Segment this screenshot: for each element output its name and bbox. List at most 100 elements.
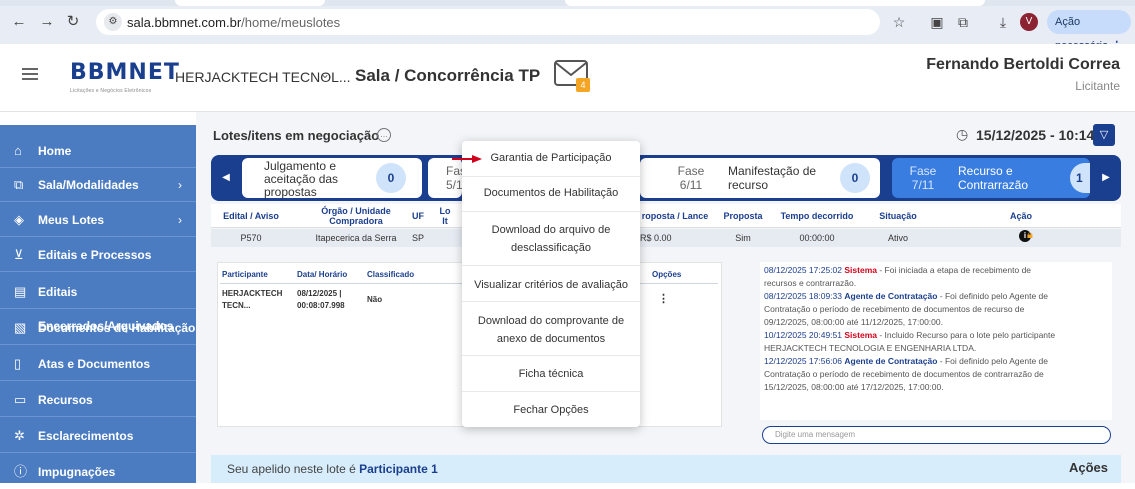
phase-card-5[interactable]: Fas 5/1 [428,158,466,198]
phase-card-julgamento[interactable]: Julgamento e aceitação das propostas 0 [242,158,422,199]
actions-button[interactable]: Ações [1069,460,1108,475]
participant-date: 08/12/2025 | [297,289,342,298]
column-header: Classificado [367,270,415,279]
message-input[interactable]: Digite uma mensagem [762,426,1111,444]
chevron-right-icon: › [178,178,182,192]
sidebar-item-label: Editais e Processos [38,248,152,262]
log-line: 10/12/2025 20:49:51 Sistema - Incluido R… [764,329,1104,342]
sidebar-item-esclarecimentos[interactable]: ✲ Esclarecimentos [0,419,196,453]
rooms-icon: ⧉ [14,177,24,192]
back-icon[interactable]: ← [10,13,28,31]
action-needed-button[interactable]: Ação necessária ⋮ [1047,10,1131,52]
phase-label: Julgamento e [264,159,337,173]
log-line: 12/12/2025 17:56:06 Agente de Contrataçã… [764,355,1104,368]
forward-icon[interactable]: → [38,13,56,31]
home-icon: ⌂ [14,143,22,158]
participant-classified: Não [367,295,383,304]
option-ficha-tecnica[interactable]: Ficha técnica [462,365,640,383]
logo-tagline: Licitações e Negócios Eletrônicos [70,88,152,94]
column-header: Tempo decorrido [780,211,854,221]
more-options-icon[interactable]: ⋮ [658,294,669,305]
column-header: Órgão / Unidade [321,206,391,216]
alert-icon: ⓘ [14,464,28,479]
filter-icon[interactable]: ▽ [1093,124,1115,146]
calendar-icon: ▭ [14,392,27,407]
log-timestamp: 10/12/2025 20:49:51 [764,330,842,340]
divider [462,176,640,177]
phase-count: 0 [376,163,406,193]
column-header: It [442,216,448,226]
bookmark-star-icon[interactable]: ☆ [890,13,908,31]
phase-prev-icon[interactable]: ◀ [211,155,241,201]
document-icon: ▧ [14,320,27,335]
user-name[interactable]: Fernando Bertoldi Correa [926,56,1120,74]
lock-icon[interactable]: 🔒︎ [1027,229,1033,242]
sidebar-item-sala-modalidades[interactable]: ⧉ Sala/Modalidades › [0,168,196,202]
profile-avatar[interactable]: V [1020,13,1038,31]
cell-proposta: Sim [735,233,751,243]
chat-icon[interactable]: … [377,128,391,142]
reload-icon[interactable]: ↻ [64,13,82,31]
column-header: Lo [439,206,451,216]
address-bar[interactable]: ⚙ sala.bbmnet.com.br/home/meuslotes [96,9,880,35]
option-visualizar-criterios[interactable]: Visualizar critérios de avaliação [462,276,640,294]
layers-icon: ◈ [14,212,24,227]
sidebar-item-recursos[interactable]: ▭ Recursos [0,383,196,417]
divider [462,301,640,302]
option-fechar-opcoes[interactable]: Fechar Opções [462,401,640,419]
option-garantia-participacao[interactable]: Garantia de Participação [462,149,640,167]
phase-number: Fase [909,164,937,178]
site-settings-icon[interactable]: ⚙ [104,13,122,31]
log-timestamp: 08/12/2025 18:09:33 [764,291,842,301]
logo[interactable]: BBMNET [70,60,180,85]
participant-date: 00:08:07.998 [297,301,345,310]
option-documentos-habilitacao[interactable]: Documentos de Habilitação [462,184,640,202]
phase-label: Recurso e [958,164,1013,178]
sidebar-item-editais-encerrados[interactable]: ▤ Editais Encerrados/Arquivados [0,275,196,333]
log-timestamp: 12/12/2025 17:56:06 [764,356,842,366]
option-label: Download do arquivo de [491,224,611,236]
tab-strip [0,0,1135,6]
divider [462,355,640,356]
sidebar-item-editais-processos[interactable]: ⊻ Editais e Processos [0,238,196,272]
sidebar-item-label: Home [38,144,72,158]
sidebar-item-label: Sala/Modalidades [38,178,139,192]
table-row[interactable]: P570 Itapecerica da Serra SP R$ 0.00 Sim… [211,229,1121,247]
cell-edital: P570 [240,233,262,243]
sidebar-item-label: Esclarecimentos [38,429,134,443]
option-label: anexo de documentos [496,333,606,345]
phase-card-manifestacao[interactable]: Fase 6/11 Manifestação de recurso 0 [640,158,880,198]
cart-icon: ⊻ [14,247,24,262]
lot-table-header: Edital / Aviso Órgão / Unidade Comprador… [211,204,1121,228]
chevron-down-icon[interactable]: ⌄ [320,67,330,81]
log-line: Contratação o período de recebimento de … [764,304,1025,314]
sidebar-item-atas-documentos[interactable]: ▯ Atas e Documentos [0,347,196,381]
menu-icon[interactable] [22,68,38,80]
option-download-comprovante[interactable]: Download do comprovante de anexo de docum… [462,312,640,348]
column-header: Edital / Aviso [223,211,279,221]
browser-tab[interactable] [565,0,985,6]
url-text: sala.bbmnet.com.br/home/meuslotes [127,15,340,30]
phase-card-recurso-contrarrazao[interactable]: Fase 7/11 Recurso e Contrarrazão 1 [892,158,1090,198]
sidebar-item-documentos-habilitacao[interactable]: ▧ Documentos de Habilitação [0,311,196,345]
browser-tab[interactable] [175,0,325,6]
sidebar-item-label: Atas e Documentos [38,357,151,371]
log-line: Contratação o período de recebimento de … [764,369,1044,379]
extension-icon[interactable]: ▣ [928,13,946,31]
sidebar-item-label: Impugnações [38,465,116,479]
chevron-right-icon: › [178,213,182,227]
sidebar-item-label: Recursos [38,393,93,407]
phase-number: 5/1 [446,178,463,192]
cell-orgao: Itapecerica da Serra [315,233,397,243]
archive-icon: ▤ [14,284,27,299]
download-icon[interactable]: ⤓ [994,13,1012,31]
sidebar-item-impugnacoes[interactable]: ⓘ Impugnações [0,455,196,489]
cell-uf: SP [411,233,424,243]
phase-label: aceitação das [264,172,339,186]
column-header: Participante [222,270,268,279]
puzzle-icon[interactable]: ⧉ [954,13,972,31]
option-download-desclassificacao[interactable]: Download do arquivo de desclassificação [462,221,640,257]
phase-next-icon[interactable]: ▶ [1091,155,1121,201]
sidebar-item-meus-lotes[interactable]: ◈ Meus Lotes › [0,203,196,237]
sidebar-item-home[interactable]: ⌂ Home [0,134,196,168]
